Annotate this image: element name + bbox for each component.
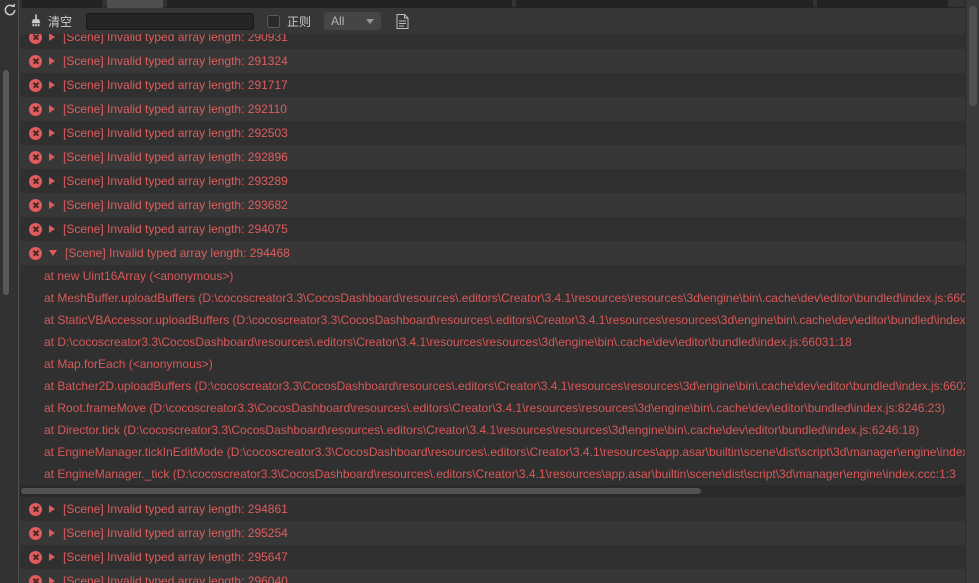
tab-remnant[interactable] [516,0,813,8]
expand-arrow-icon[interactable] [49,129,55,137]
stack-trace-line: at D:\cocoscreator3.3\CocosDashboard\res… [44,335,852,349]
expand-arrow-icon[interactable] [49,81,55,89]
horizontal-scrollbar[interactable] [20,485,965,497]
log-row[interactable]: [Scene] Invalid typed array length: 2960… [20,569,965,583]
tab-remnant[interactable] [167,0,512,8]
console-list: [Scene] Invalid typed array length: 2909… [20,25,965,583]
regex-label: 正则 [287,14,312,29]
left-rail [0,0,19,583]
console-panel: 清空 正则 All [Scene] Invalid typed array le [0,0,979,583]
expand-arrow-icon[interactable] [49,553,55,561]
log-message: [Scene] Invalid typed array length: 2925… [63,126,288,140]
log-level-dropdown[interactable]: All [324,12,382,30]
log-message: [Scene] Invalid typed array length: 2960… [63,574,288,583]
stack-trace-line: at Director.tick (D:\cocoscreator3.3\Coc… [44,423,920,437]
stack-trace-line: at StaticVBAccessor.uploadBuffers (D:\co… [44,313,965,327]
error-circle-x-icon [29,574,42,583]
clear-button-label: 清空 [48,14,73,29]
log-row[interactable]: [Scene] Invalid typed array length: 2940… [20,217,965,241]
log-row[interactable]: [Scene] Invalid typed array length: 2956… [20,545,965,569]
error-circle-x-icon [29,526,42,540]
stack-trace-line: at Batcher2D.uploadBuffers (D:\cocoscrea… [44,379,965,393]
expand-arrow-icon[interactable] [49,33,55,41]
error-circle-x-icon [29,222,42,236]
expand-arrow-icon[interactable] [49,577,55,583]
vertical-scrollbar-thumb[interactable] [969,6,977,106]
error-circle-x-icon [29,150,42,164]
tabstrip [20,0,965,8]
expand-arrow-icon[interactable] [49,529,55,537]
log-row[interactable]: [Scene] Invalid typed array length: 2936… [20,193,965,217]
stack-trace-line: at Root.frameMove (D:\cocoscreator3.3\Co… [44,401,946,415]
refresh-icon[interactable] [2,2,18,18]
regex-checkbox[interactable] [267,14,281,28]
log-level-value: All [331,14,345,28]
log-row[interactable]: [Scene] Invalid typed array length: 2917… [20,73,965,97]
left-scrollbar-thumb[interactable] [3,70,9,295]
log-row[interactable]: [Scene] Invalid typed array length: 2932… [20,169,965,193]
log-row[interactable]: [Scene] Invalid typed array length: 2948… [20,497,965,521]
stack-trace-line: at EngineManager._tick (D:\cocoscreator3… [44,467,956,481]
stack-trace-line: at MeshBuffer.uploadBuffers (D:\cocoscre… [44,291,965,305]
expand-arrow-icon[interactable] [49,201,55,209]
tab-remnant[interactable] [817,0,948,8]
clear-button[interactable]: 清空 [29,13,72,30]
vertical-scrollbar[interactable] [965,0,979,583]
error-circle-x-icon [29,550,42,564]
search-input[interactable] [86,12,255,30]
error-circle-x-icon [29,54,42,68]
error-circle-x-icon [29,198,42,212]
log-message: [Scene] Invalid typed array length: 2917… [63,78,288,92]
log-message: [Scene] Invalid typed array length: 2940… [63,222,288,236]
chevron-down-icon [366,18,375,24]
stack-trace-line: at EngineManager.tickInEditMode (D:\coco… [44,445,965,459]
tab-remnant-active[interactable] [107,0,163,8]
log-message: [Scene] Invalid typed array length: 2952… [63,526,288,540]
expand-arrow-icon[interactable] [49,177,55,185]
log-row[interactable]: [Scene] Invalid typed array length: 2944… [20,241,965,265]
clear-broom-icon [29,14,43,28]
log-message: [Scene] Invalid typed array length: 2928… [63,150,288,164]
tab-remnant[interactable] [22,0,102,8]
log-row[interactable]: [Scene] Invalid typed array length: 2925… [20,121,965,145]
horizontal-scrollbar-thumb[interactable] [21,488,701,494]
error-circle-x-icon [29,502,42,516]
stack-trace: at new Uint16Array (<anonymous>) at MeshB… [20,265,965,485]
expand-arrow-icon[interactable] [49,57,55,65]
error-circle-x-icon [29,174,42,188]
log-row[interactable]: [Scene] Invalid typed array length: 2913… [20,49,965,73]
stack-trace-line: at Map.forEach (<anonymous>) [44,357,213,371]
console-toolbar: 清空 正则 All [20,8,965,34]
log-message: [Scene] Invalid typed array length: 2932… [63,174,288,188]
expand-arrow-icon[interactable] [49,505,55,513]
expand-arrow-icon[interactable] [49,153,55,161]
regex-toggle: 正则 [267,13,311,30]
log-message: [Scene] Invalid typed array length: 2948… [63,502,288,516]
log-message: [Scene] Invalid typed array length: 2944… [65,246,290,260]
error-circle-x-icon [29,246,42,260]
log-message: [Scene] Invalid typed array length: 2936… [63,198,288,212]
log-message: [Scene] Invalid typed array length: 2921… [63,102,287,116]
log-row[interactable]: [Scene] Invalid typed array length: 2928… [20,145,965,169]
log-row[interactable]: [Scene] Invalid typed array length: 2921… [20,97,965,121]
log-row[interactable]: [Scene] Invalid typed array length: 2952… [20,521,965,545]
export-log-icon[interactable] [396,13,409,29]
error-circle-x-icon [29,126,42,140]
stack-trace-line: at new Uint16Array (<anonymous>) [44,269,234,283]
expand-arrow-icon[interactable] [49,225,55,233]
expand-arrow-icon[interactable] [49,105,55,113]
log-message: [Scene] Invalid typed array length: 2913… [63,54,288,68]
collapse-arrow-icon[interactable] [49,250,57,256]
error-circle-x-icon [29,78,42,92]
console-area: 清空 正则 All [Scene] Invalid typed array le [20,0,965,583]
error-circle-x-icon [29,102,42,116]
log-message: [Scene] Invalid typed array length: 2956… [63,550,288,564]
